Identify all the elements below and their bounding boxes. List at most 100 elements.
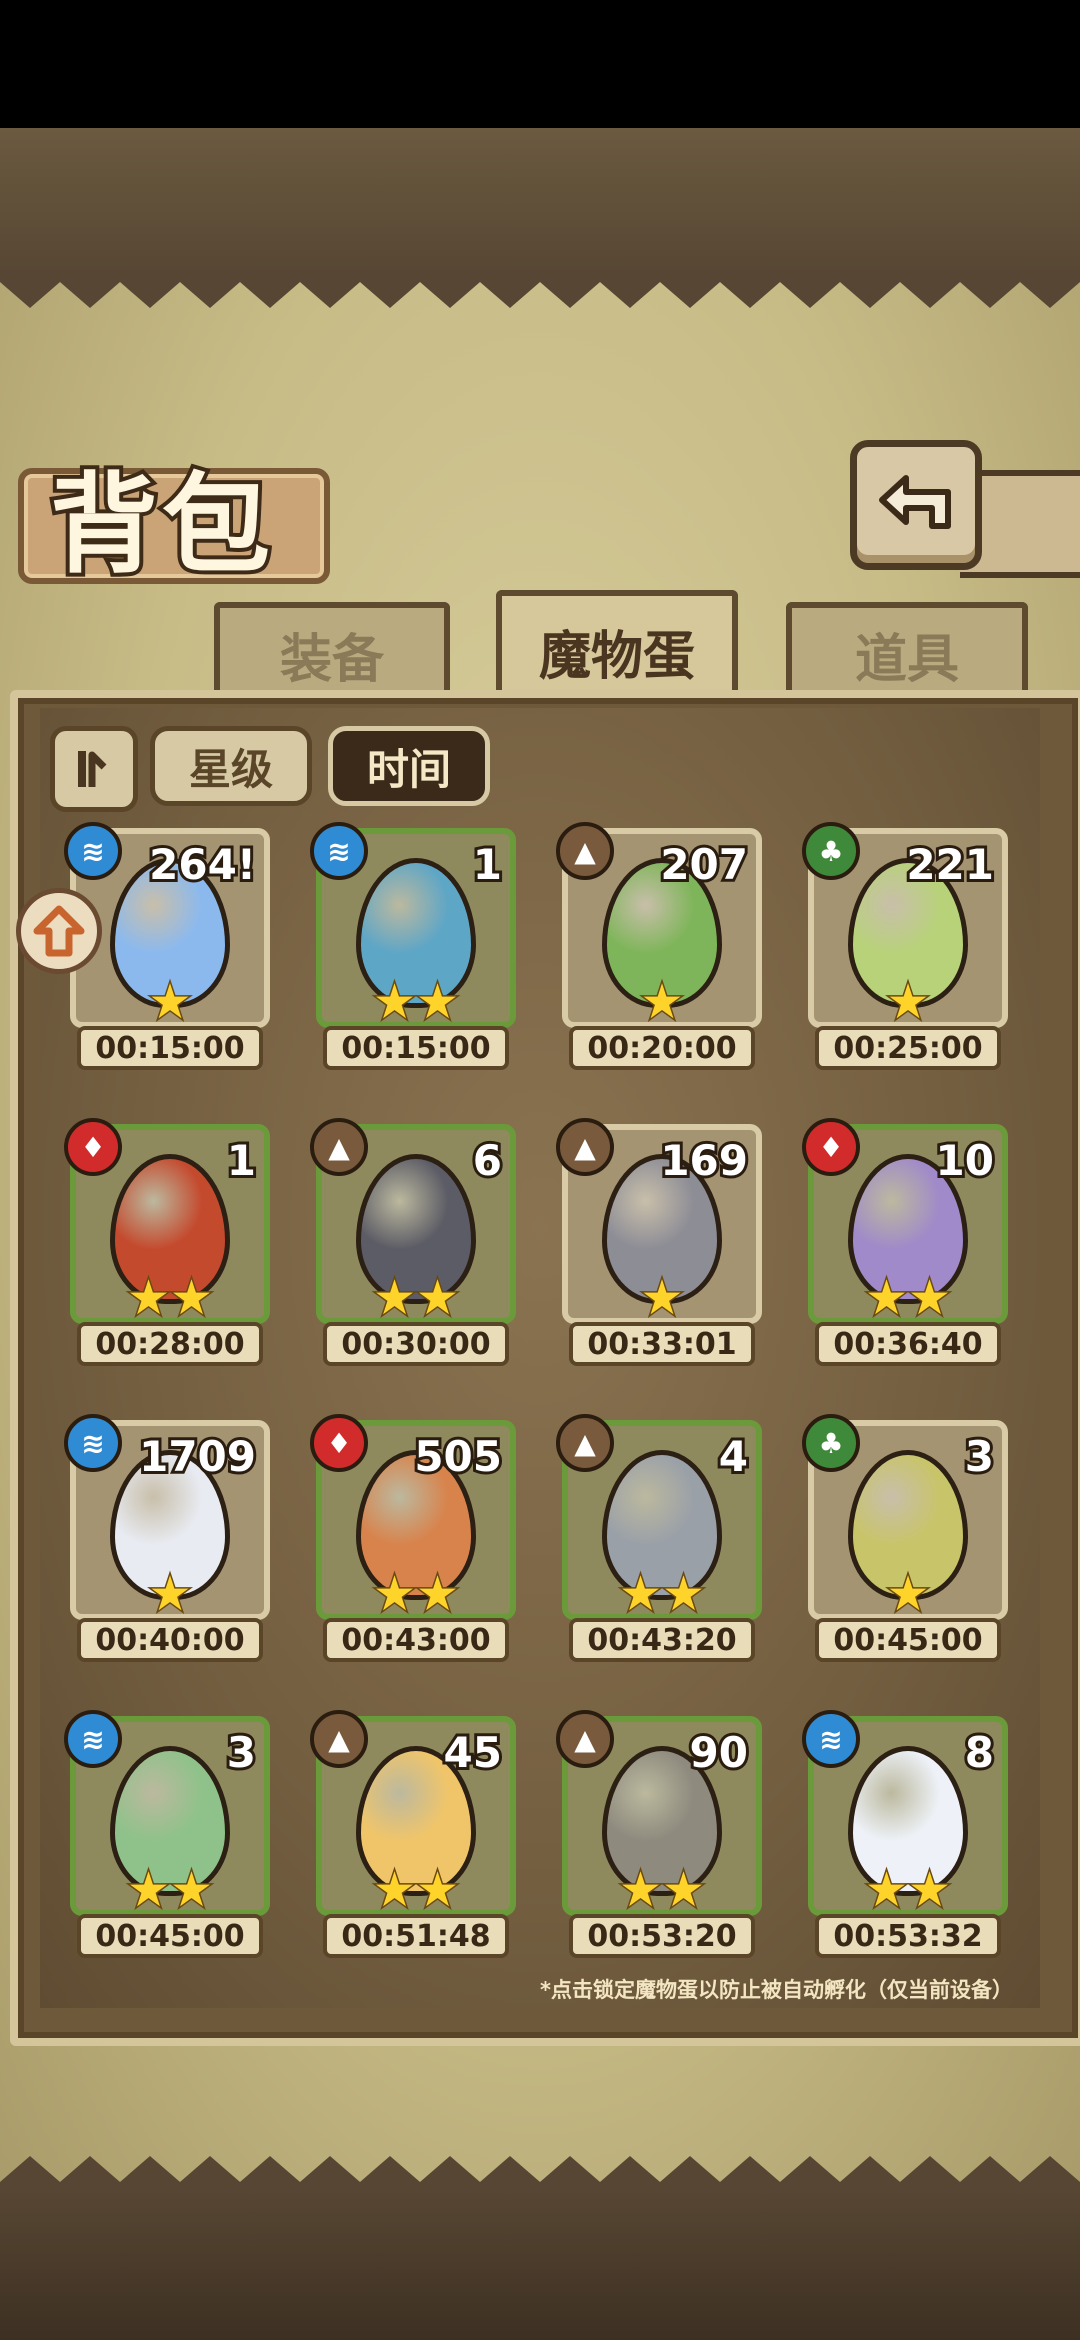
hatch-time: 00:45:00	[77, 1914, 263, 1958]
water-element-icon: ≋	[64, 822, 122, 880]
egg-count: 3	[962, 1429, 997, 1484]
star-icon: ★	[885, 1566, 931, 1622]
egg-card[interactable]: ▲ 45 ★★	[310, 1710, 516, 1918]
tab-items[interactable]: 道具	[786, 602, 1028, 700]
egg-card[interactable]: ≋ 8 ★★	[802, 1710, 1008, 1918]
back-button[interactable]	[850, 440, 982, 570]
star-icon: ★	[414, 1270, 460, 1326]
star-icon: ★	[885, 974, 931, 1030]
egg-count: 45	[441, 1725, 506, 1780]
star-icon: ★	[414, 1566, 460, 1622]
egg-card[interactable]: ▲ 90 ★★	[556, 1710, 762, 1918]
map-band-bottom	[0, 2190, 1080, 2340]
water-element-icon: ≋	[64, 1710, 122, 1768]
tab-monster-eggs[interactable]: 魔物蛋	[496, 590, 738, 706]
egg-card[interactable]: ≋ 1 ★★	[310, 822, 516, 1030]
hatch-time: 00:28:00	[77, 1322, 263, 1366]
fire-element-icon: ♦	[802, 1118, 860, 1176]
sort-by-time-button[interactable]: 时间	[328, 726, 490, 806]
star-icon: ★	[863, 1862, 909, 1918]
earth-element-icon: ▲	[310, 1118, 368, 1176]
egg-card[interactable]: ▲ 6 ★★	[310, 1118, 516, 1326]
star-rating: ★★	[562, 1862, 762, 1918]
sort-by-star-label: 星级	[188, 744, 273, 794]
egg-count: 10	[933, 1133, 998, 1188]
egg-card[interactable]: ♦ 1 ★★	[64, 1118, 270, 1326]
egg-card[interactable]: ♦ 10 ★★	[802, 1118, 1008, 1326]
hatch-time: 00:43:20	[569, 1618, 755, 1662]
earth-element-icon: ▲	[556, 1414, 614, 1472]
egg-count: 1709	[136, 1429, 259, 1484]
egg-count: 8	[962, 1725, 997, 1780]
back-arrow-icon	[879, 475, 951, 529]
star-icon: ★	[617, 1566, 663, 1622]
star-rating: ★★	[562, 1566, 762, 1622]
hatch-time: 00:53:32	[815, 1914, 1001, 1958]
hatch-time: 00:40:00	[77, 1618, 263, 1662]
star-icon: ★	[168, 1862, 214, 1918]
egg-card[interactable]: ▲ 207 ★	[556, 822, 762, 1030]
hatch-time: 00:43:00	[323, 1618, 509, 1662]
egg-count: 1	[224, 1133, 259, 1188]
star-icon: ★	[147, 1566, 193, 1622]
star-rating: ★★	[808, 1270, 1008, 1326]
star-icon: ★	[371, 1566, 417, 1622]
hatch-time: 00:33:01	[569, 1322, 755, 1366]
sort-by-star-button[interactable]: 星级	[150, 726, 312, 806]
star-icon: ★	[617, 1862, 663, 1918]
sort-order-button[interactable]	[50, 726, 138, 812]
star-rating: ★	[808, 974, 1008, 1030]
map-band-top	[0, 128, 1080, 276]
star-rating: ★	[808, 1566, 1008, 1622]
star-icon: ★	[125, 1270, 171, 1326]
star-icon: ★	[414, 1862, 460, 1918]
sort-by-time-label: 时间	[366, 744, 451, 794]
egg-count: 1	[470, 837, 505, 892]
star-icon: ★	[639, 1270, 685, 1326]
egg-count: 90	[687, 1725, 752, 1780]
star-rating: ★★	[808, 1862, 1008, 1918]
hatch-time: 00:15:00	[77, 1026, 263, 1070]
water-element-icon: ≋	[64, 1414, 122, 1472]
tab-equipment[interactable]: 装备	[214, 602, 450, 700]
star-icon: ★	[414, 974, 460, 1030]
egg-card[interactable]: ♦ 505 ★★	[310, 1414, 516, 1622]
hatch-time: 00:30:00	[323, 1322, 509, 1366]
egg-count: 505	[411, 1429, 505, 1484]
egg-card[interactable]: ♣ 221 ★	[802, 822, 1008, 1030]
egg-count: 264!	[146, 837, 259, 892]
hatch-time: 00:15:00	[323, 1026, 509, 1070]
egg-card[interactable]: ♣ 3 ★	[802, 1414, 1008, 1622]
hatch-time: 00:36:40	[815, 1322, 1001, 1366]
star-icon: ★	[639, 974, 685, 1030]
star-icon: ★	[371, 974, 417, 1030]
earth-element-icon: ▲	[556, 1710, 614, 1768]
egg-card[interactable]: ▲ 169 ★	[556, 1118, 762, 1326]
egg-card[interactable]: ▲ 4 ★★	[556, 1414, 762, 1622]
zigzag-bottom	[0, 2156, 1080, 2192]
egg-card[interactable]: ≋ 1709 ★	[64, 1414, 270, 1622]
star-icon: ★	[906, 1270, 952, 1326]
egg-card[interactable]: ≋ 3 ★★	[64, 1710, 270, 1918]
water-element-icon: ≋	[802, 1710, 860, 1768]
lock-hint-text: *点击锁定魔物蛋以防止被自动孵化（仅当前设备）	[540, 1978, 1013, 2002]
sort-order-icon	[78, 751, 107, 787]
hatch-time: 00:25:00	[815, 1026, 1001, 1070]
earth-element-icon: ▲	[310, 1710, 368, 1768]
egg-count: 221	[903, 837, 997, 892]
hatch-time: 00:51:48	[323, 1914, 509, 1958]
star-icon: ★	[125, 1862, 171, 1918]
lock-toggle-button[interactable]	[16, 888, 102, 974]
page-title: 背包	[46, 459, 275, 592]
hatch-time: 00:20:00	[569, 1026, 755, 1070]
star-rating: ★★	[316, 974, 516, 1030]
fire-element-icon: ♦	[310, 1414, 368, 1472]
star-rating: ★★	[70, 1862, 270, 1918]
egg-count: 4	[716, 1429, 751, 1484]
star-rating: ★	[70, 975, 270, 1030]
star-rating: ★	[562, 974, 762, 1030]
tab-equipment-label: 装备	[279, 629, 384, 690]
star-icon: ★	[906, 1862, 952, 1918]
zigzag-top	[0, 272, 1080, 308]
egg-count: 6	[470, 1133, 505, 1188]
